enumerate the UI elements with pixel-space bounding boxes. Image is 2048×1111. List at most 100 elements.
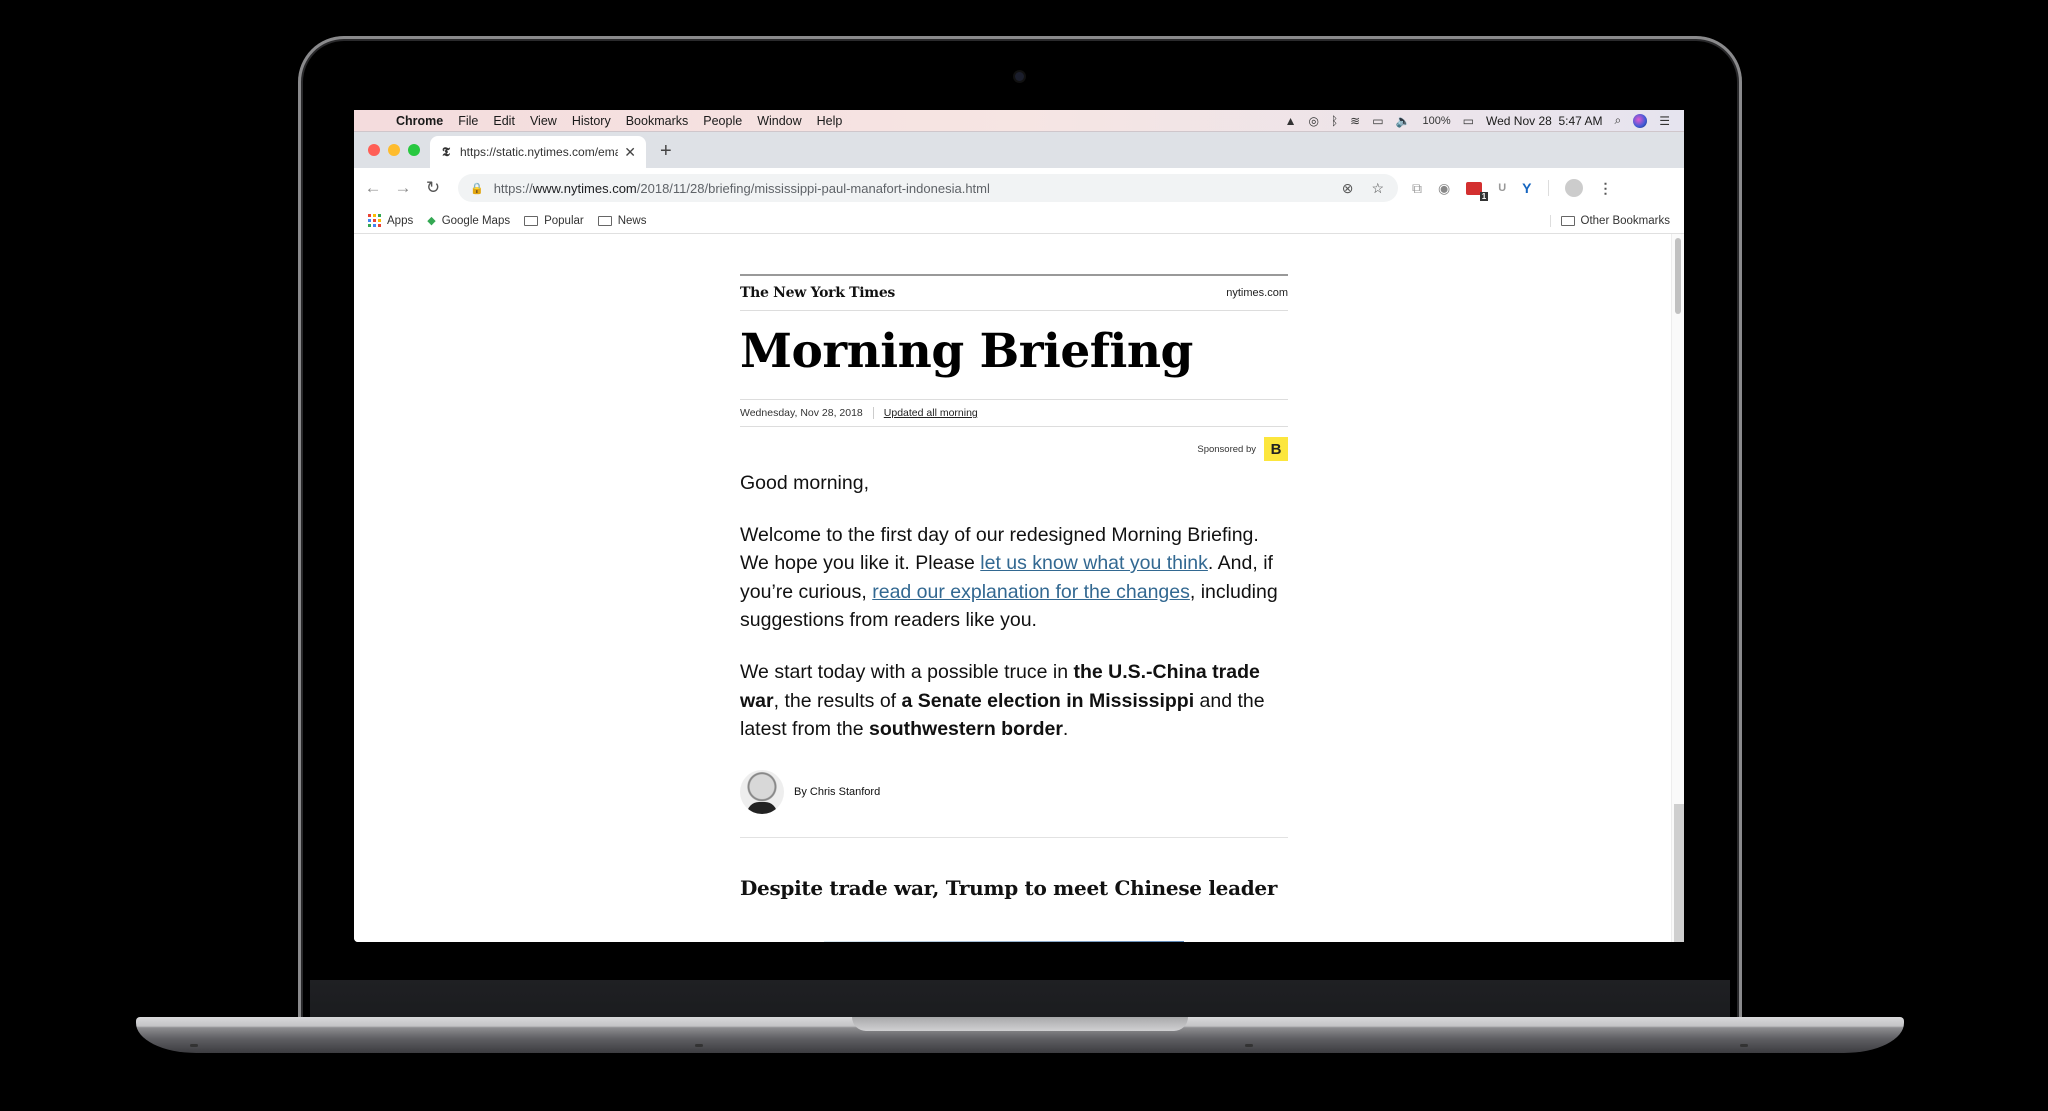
wifi-icon[interactable]: ≋ xyxy=(1350,114,1360,128)
extensions-area: ⧉ ◉ 1 U Y ⋮ xyxy=(1412,179,1613,201)
nytimes-link[interactable]: nytimes.com xyxy=(1226,287,1288,299)
laptop-foot xyxy=(1245,1044,1253,1047)
byline: By Chris Stanford xyxy=(740,767,1288,817)
bookmark-other[interactable]: Other Bookmarks xyxy=(1549,214,1670,227)
window-controls xyxy=(368,144,420,156)
extension-tab-icon[interactable]: ⧉ xyxy=(1412,180,1422,197)
page-viewport: The New York Times nytimes.com Morning B… xyxy=(354,234,1684,942)
url-path: /2018/11/28/briefing/mississippi-paul-ma… xyxy=(636,180,990,196)
battery-icon[interactable]: ▭ xyxy=(1463,114,1474,128)
clock[interactable]: Wed Nov 28 5:47 AM xyxy=(1486,114,1603,128)
google-maps-icon: ◆ xyxy=(427,215,436,227)
close-tab-icon[interactable]: ✕ xyxy=(624,144,636,161)
forward-button[interactable]: → xyxy=(388,178,418,198)
notification-center-icon[interactable]: ☰ xyxy=(1659,114,1670,128)
nyt-logo[interactable]: The New York Times xyxy=(740,285,895,301)
address-bar[interactable]: 🔒 https://www.nytimes.com/2018/11/28/bri… xyxy=(458,174,1398,202)
alfred-icon[interactable]: ◎ xyxy=(1308,114,1318,128)
text: . xyxy=(1062,718,1069,741)
close-window-button[interactable] xyxy=(368,144,380,156)
volume-icon[interactable]: 🔈 xyxy=(1396,114,1411,128)
apps-grid-icon xyxy=(368,214,381,227)
feedback-link[interactable]: let us know what you think xyxy=(980,552,1208,574)
greeting: Good morning, xyxy=(740,472,869,494)
bookmark-news[interactable]: News xyxy=(597,215,647,227)
toolbar: ← → ↻ 🔒 https://www.nytimes.com/2018/11/… xyxy=(354,168,1684,208)
sponsored-by-label: Sponsored by xyxy=(1197,443,1256,455)
tab-strip: 𝕿 https://static.nytimes.com/email ✕ + xyxy=(354,132,1684,168)
bluetooth-icon[interactable]: ᛒ xyxy=(1331,114,1338,128)
spotlight-icon[interactable]: ⌕ xyxy=(1615,113,1622,128)
vertical-scrollbar[interactable] xyxy=(1671,234,1684,942)
tab-active[interactable]: 𝕿 https://static.nytimes.com/email ✕ xyxy=(430,136,646,168)
laptop-foot xyxy=(695,1044,703,1047)
back-button[interactable]: ← xyxy=(358,178,388,198)
menu-people[interactable]: People xyxy=(703,114,742,128)
laptop-hinge-notch xyxy=(852,1017,1188,1031)
laptop-foot xyxy=(1740,1044,1748,1047)
menu-bookmarks[interactable]: Bookmarks xyxy=(626,114,689,128)
menu-history[interactable]: History xyxy=(572,114,611,128)
author-avatar xyxy=(740,769,784,814)
topic-border: southwestern border xyxy=(868,718,1063,741)
reload-button[interactable]: ↻ xyxy=(418,178,448,198)
folder-icon xyxy=(524,215,539,226)
masthead: The New York Times nytimes.com xyxy=(740,276,1288,311)
webcam xyxy=(1015,72,1024,81)
siri-icon[interactable] xyxy=(1633,113,1648,128)
menu-view[interactable]: View xyxy=(530,114,557,128)
explanation-link[interactable]: read our explanation for the changes xyxy=(872,581,1190,603)
airplay-icon[interactable]: ▭ xyxy=(1372,114,1383,128)
bookmark-label: Apps xyxy=(387,214,414,227)
menu-app-chrome[interactable]: Chrome xyxy=(396,114,443,128)
bookmark-google-maps[interactable]: ◆ Google Maps xyxy=(427,214,511,228)
bookmark-star-icon[interactable]: ☆ xyxy=(1371,180,1384,197)
bookmark-popular[interactable]: Popular xyxy=(524,215,584,227)
laptop-chin xyxy=(310,980,1730,1017)
v-extension-icon[interactable]: Y xyxy=(1522,180,1531,196)
maximize-window-button[interactable] xyxy=(408,144,420,156)
google-drive-icon[interactable]: ▲ xyxy=(1285,114,1297,128)
menu-edit[interactable]: Edit xyxy=(493,114,515,128)
lastpass-icon[interactable]: 1 xyxy=(1466,181,1489,201)
folder-icon xyxy=(1560,215,1575,226)
bookmark-label: Other Bookmarks xyxy=(1580,214,1670,227)
article-body: Good morning, Welcome to the first day o… xyxy=(740,469,1288,744)
tab-title: https://static.nytimes.com/email xyxy=(459,145,619,159)
url-scheme: https:// xyxy=(493,180,533,196)
bookmarks-bar: Apps ◆ Google Maps Popular News Other Bo… xyxy=(354,208,1684,234)
scrollbar-thumb[interactable] xyxy=(1675,238,1681,314)
sponsor-logo[interactable]: B xyxy=(1264,437,1288,461)
story-image-top xyxy=(824,941,1184,942)
story-headline[interactable]: Despite trade war, Trump to meet Chinese… xyxy=(740,876,1288,900)
profile-avatar-icon[interactable] xyxy=(1564,179,1583,197)
bookmark-label: Google Maps xyxy=(441,214,511,227)
url-host: www.nytimes.com xyxy=(532,180,637,196)
battery-percent: 100% xyxy=(1422,114,1451,127)
laptop-foot xyxy=(190,1044,198,1047)
folder-icon xyxy=(597,215,612,226)
menu-file[interactable]: File xyxy=(458,114,478,128)
article-column: The New York Times nytimes.com Morning B… xyxy=(740,274,1288,900)
menu-window[interactable]: Window xyxy=(757,114,801,128)
minimize-window-button[interactable] xyxy=(388,144,400,156)
status-area: ▲ ◎ ᛒ ≋ ▭ 🔈 100% ▭ Wed Nov 28 5:47 AM ⌕ … xyxy=(1285,113,1684,128)
scrollbar-track-lower xyxy=(1674,804,1684,942)
summary-paragraph: We start today with a possible truce in … xyxy=(740,658,1288,744)
topic-senate-election: a Senate election in Mississippi xyxy=(901,689,1195,712)
new-tab-button[interactable]: + xyxy=(660,140,672,163)
lock-icon[interactable]: 🔒 xyxy=(470,182,484,195)
chrome-menu-icon[interactable]: ⋮ xyxy=(1599,180,1613,197)
camera-extension-icon[interactable]: ◉ xyxy=(1438,180,1450,197)
nyt-favicon-icon: 𝕿 xyxy=(442,144,450,160)
menu-help[interactable]: Help xyxy=(817,114,843,128)
dateline: Wednesday, Nov 28, 2018 Updated all morn… xyxy=(740,399,1288,427)
intro-paragraph: Welcome to the first day of our redesign… xyxy=(740,521,1288,635)
bookmark-apps[interactable]: Apps xyxy=(368,214,413,227)
author-name: By Chris Stanford xyxy=(794,785,881,798)
u-extension-icon[interactable]: U xyxy=(1498,182,1506,194)
bookmark-label: Popular xyxy=(544,214,584,227)
translate-blocked-icon[interactable]: ⊗ xyxy=(1342,180,1354,197)
macos-menu-bar: Chrome File Edit View History Bookmarks … xyxy=(354,110,1684,132)
updated-link[interactable]: Updated all morning xyxy=(884,407,978,419)
